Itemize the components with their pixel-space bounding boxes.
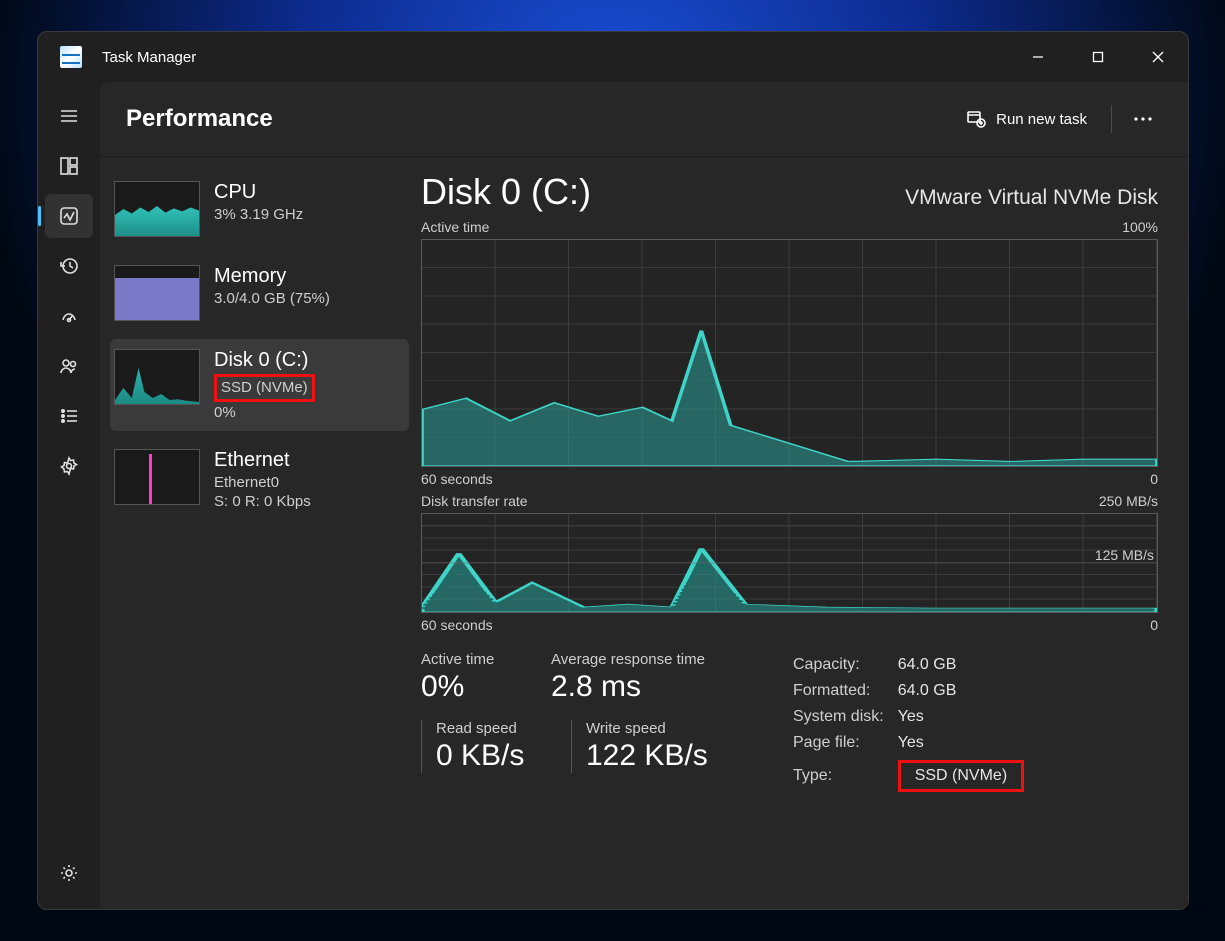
chart1-xleft: 60 seconds bbox=[421, 471, 493, 487]
avg-response-label: Average response time bbox=[551, 651, 751, 668]
read-speed-value: 0 KB/s bbox=[436, 739, 551, 773]
prop-label: Page file: bbox=[793, 731, 896, 755]
performance-list: CPU 3% 3.19 GHz Memory 3.0/4.0 GB (75%) bbox=[100, 171, 415, 909]
close-button[interactable] bbox=[1128, 32, 1188, 82]
content-header: Performance Run new task bbox=[100, 82, 1188, 157]
nav-services-icon[interactable] bbox=[45, 444, 93, 488]
chart2-xleft: 60 seconds bbox=[421, 617, 493, 633]
chart1-label-right: 100% bbox=[1122, 219, 1158, 235]
nav-startup-icon[interactable] bbox=[45, 294, 93, 338]
active-time-label: Active time bbox=[421, 651, 531, 668]
task-manager-window: Task Manager bbox=[37, 31, 1189, 910]
nav-settings-icon[interactable] bbox=[45, 851, 93, 895]
prop-label: System disk: bbox=[793, 705, 896, 729]
read-speed-label: Read speed bbox=[436, 720, 551, 737]
perf-item-name: Memory bbox=[214, 265, 330, 288]
chart2-xright: 0 bbox=[1150, 617, 1158, 633]
perf-item-sub: Ethernet0 bbox=[214, 474, 311, 491]
prop-value-type: SSD (NVMe) bbox=[898, 760, 1024, 792]
nav-processes-icon[interactable] bbox=[45, 144, 93, 188]
prop-label: Capacity: bbox=[793, 653, 896, 677]
avg-response-value: 2.8 ms bbox=[551, 670, 751, 704]
maximize-button[interactable] bbox=[1068, 32, 1128, 82]
perf-item-sub: 3% 3.19 GHz bbox=[214, 206, 303, 223]
chart2-mid-label: 125 MB/s bbox=[1095, 547, 1154, 563]
run-new-task-button[interactable]: Run new task bbox=[952, 101, 1101, 137]
window-controls bbox=[1008, 32, 1188, 82]
app-icon bbox=[60, 46, 82, 68]
write-speed-label: Write speed bbox=[586, 720, 708, 737]
perf-item-sub2: S: 0 R: 0 Kbps bbox=[214, 493, 311, 510]
perf-item-sub2: 0% bbox=[214, 404, 315, 421]
nav-history-icon[interactable] bbox=[45, 244, 93, 288]
prop-label: Formatted: bbox=[793, 679, 896, 703]
prop-value: 64.0 GB bbox=[898, 653, 1036, 677]
perf-item-ethernet[interactable]: Ethernet Ethernet0 S: 0 R: 0 Kbps bbox=[110, 439, 409, 520]
detail-subtitle: VMware Virtual NVMe Disk bbox=[905, 186, 1158, 210]
perf-item-name: CPU bbox=[214, 181, 303, 204]
page-title: Performance bbox=[126, 105, 273, 133]
chart1-xright: 0 bbox=[1150, 471, 1158, 487]
perf-item-name: Ethernet bbox=[214, 449, 311, 472]
write-speed-value: 122 KB/s bbox=[586, 739, 708, 773]
titlebar: Task Manager bbox=[38, 32, 1188, 82]
nav-details-icon[interactable] bbox=[45, 394, 93, 438]
chart2-label-right: 250 MB/s bbox=[1099, 493, 1158, 509]
active-time-chart bbox=[421, 239, 1158, 467]
perf-item-sub: 3.0/4.0 GB (75%) bbox=[214, 290, 330, 307]
detail-title: Disk 0 (C:) bbox=[421, 171, 591, 213]
nav-users-icon[interactable] bbox=[45, 344, 93, 388]
perf-item-sub-highlight: SSD (NVMe) bbox=[214, 374, 315, 402]
cpu-thumbnail-icon bbox=[114, 181, 200, 237]
hamburger-menu-icon[interactable] bbox=[45, 94, 93, 138]
chart1-label-left: Active time bbox=[421, 219, 489, 235]
perf-item-memory[interactable]: Memory 3.0/4.0 GB (75%) bbox=[110, 255, 409, 331]
more-menu-button[interactable] bbox=[1122, 98, 1164, 140]
disk-properties-table: Capacity:64.0 GB Formatted:64.0 GB Syste… bbox=[791, 651, 1038, 797]
window-title: Task Manager bbox=[102, 49, 196, 66]
prop-label: Type: bbox=[793, 757, 896, 795]
ethernet-thumbnail-icon bbox=[114, 449, 200, 505]
minimize-button[interactable] bbox=[1008, 32, 1068, 82]
perf-item-cpu[interactable]: CPU 3% 3.19 GHz bbox=[110, 171, 409, 247]
active-time-value: 0% bbox=[421, 670, 531, 704]
perf-item-name: Disk 0 (C:) bbox=[214, 349, 315, 372]
nav-performance-icon[interactable] bbox=[45, 194, 93, 238]
chart2-label-left: Disk transfer rate bbox=[421, 493, 528, 509]
prop-value: Yes bbox=[898, 731, 1036, 755]
perf-item-disk[interactable]: Disk 0 (C:) SSD (NVMe) 0% bbox=[110, 339, 409, 431]
detail-pane: Disk 0 (C:) VMware Virtual NVMe Disk Act… bbox=[415, 171, 1188, 909]
divider bbox=[1111, 105, 1112, 133]
disk-thumbnail-icon bbox=[114, 349, 200, 405]
run-new-task-label: Run new task bbox=[996, 111, 1087, 128]
prop-value: 64.0 GB bbox=[898, 679, 1036, 703]
memory-thumbnail-icon bbox=[114, 265, 200, 321]
nav-rail bbox=[38, 82, 100, 909]
transfer-rate-chart bbox=[421, 513, 1158, 613]
prop-value: Yes bbox=[898, 705, 1036, 729]
